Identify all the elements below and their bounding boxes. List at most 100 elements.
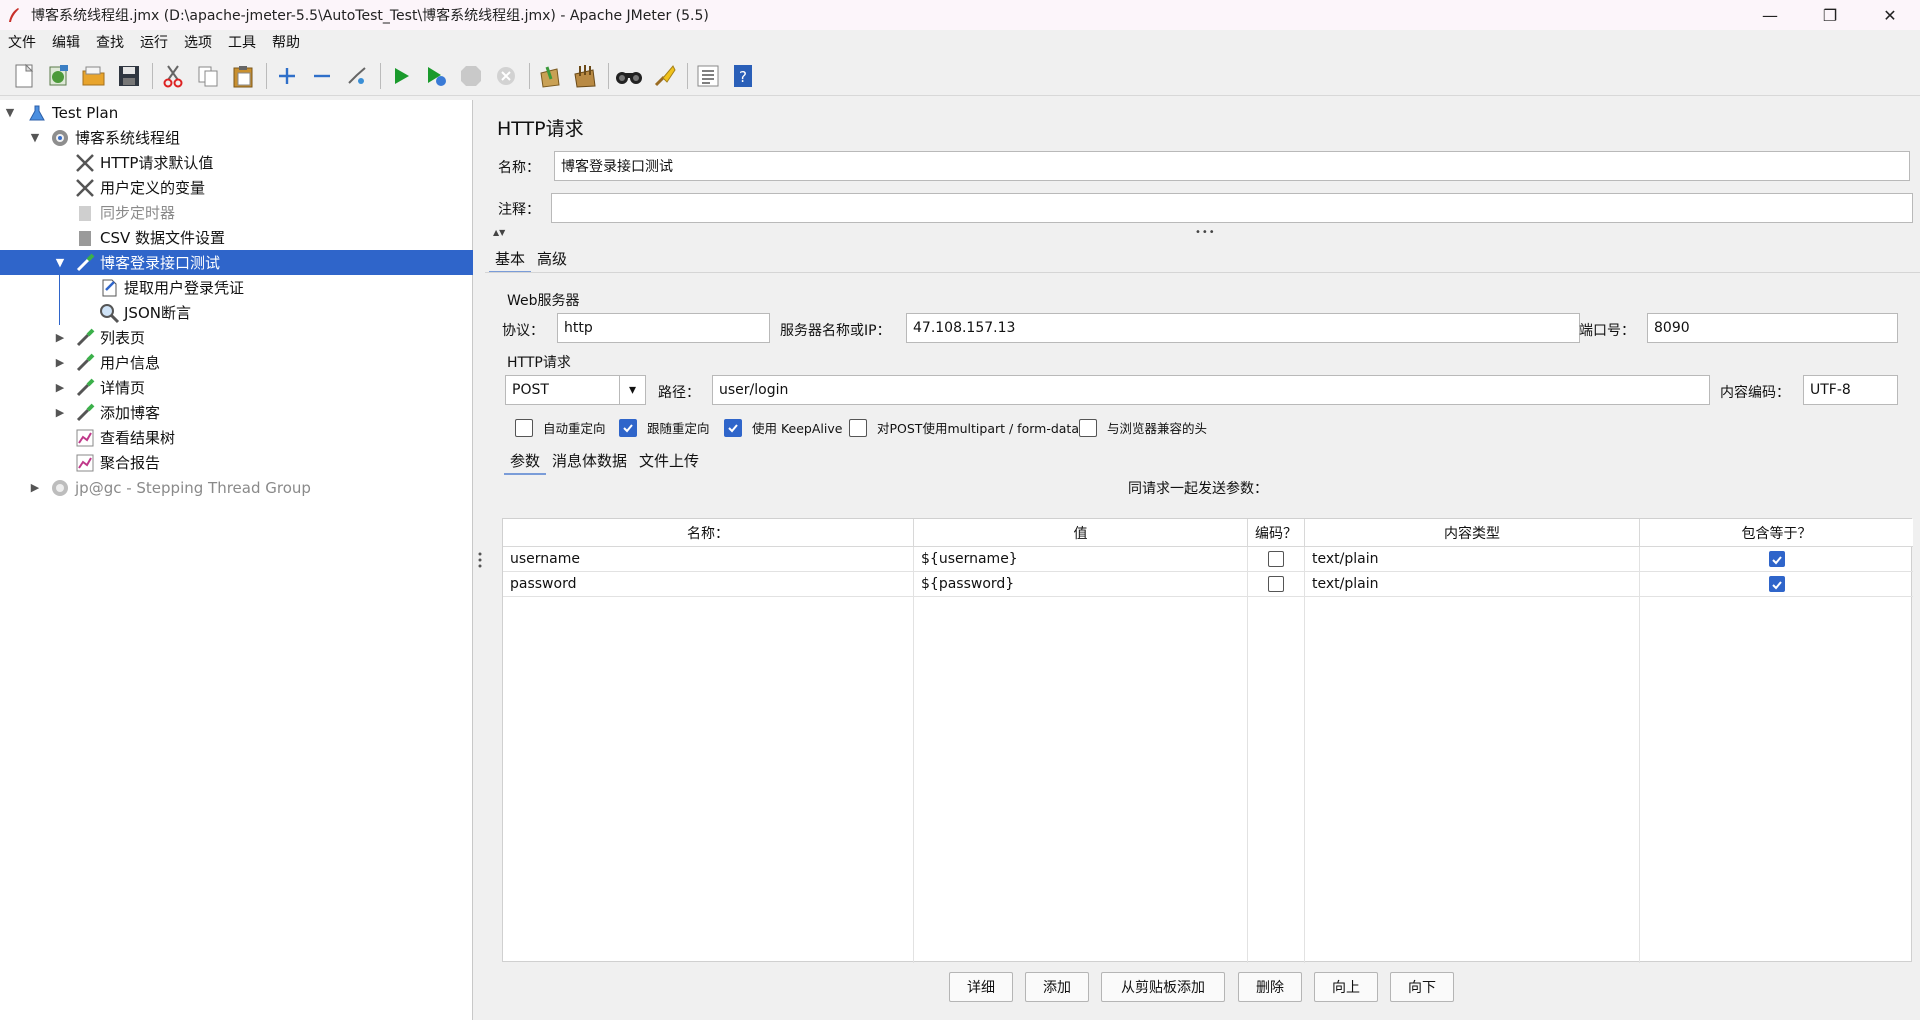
toggle-icon[interactable] (341, 60, 373, 92)
collapse-arrows-icon[interactable]: ▲▼ (493, 228, 505, 237)
chevron-right-icon[interactable]: ▶ (52, 331, 68, 344)
tree-item-stepping-thread-group[interactable]: ▶ jp@gc - Stepping Thread Group (0, 475, 473, 500)
expand-icon[interactable] (271, 60, 303, 92)
move-up-button[interactable]: 向上 (1314, 972, 1378, 1002)
clear-icon[interactable] (534, 60, 566, 92)
table-cell-include-equals[interactable] (1640, 572, 1913, 597)
column-header-encode[interactable]: 编码？ (1248, 519, 1305, 547)
drag-dots-icon[interactable]: ••• (1195, 227, 1216, 238)
table-cell-content-type[interactable]: text/plain (1305, 572, 1640, 597)
maximize-button[interactable]: ❐ (1800, 0, 1860, 30)
menu-search[interactable]: 查找 (88, 32, 132, 52)
tree-item-results-tree[interactable]: 查看结果树 (0, 425, 473, 450)
tree-item-user-info[interactable]: ▶ 用户信息 (0, 350, 473, 375)
clear-all-icon[interactable] (569, 60, 601, 92)
delete-button[interactable]: 删除 (1238, 972, 1302, 1002)
menu-help[interactable]: 帮助 (264, 32, 308, 52)
table-cell-name[interactable]: password (503, 572, 914, 597)
chevron-right-icon[interactable]: ▶ (52, 381, 68, 394)
port-field[interactable]: 8090 (1647, 313, 1898, 343)
tree-item-thread-group[interactable]: ▼ 博客系统线程组 (0, 125, 473, 150)
tree-item-sync-timer[interactable]: 同步定时器 (0, 200, 473, 225)
close-button[interactable]: ✕ (1860, 0, 1920, 30)
checkbox[interactable] (515, 418, 533, 437)
start-icon[interactable] (385, 60, 417, 92)
menu-edit[interactable]: 编辑 (44, 32, 88, 52)
menu-tools[interactable]: 工具 (220, 32, 264, 52)
save-icon[interactable] (113, 60, 145, 92)
server-field[interactable]: 47.108.157.13 (906, 313, 1580, 343)
tree-item-test-plan[interactable]: ▼ Test Plan (0, 100, 473, 125)
collapse-bar[interactable]: ▲▼ ••• (485, 227, 1920, 238)
table-cell-include-equals[interactable] (1640, 547, 1913, 572)
checkbox[interactable] (1268, 576, 1284, 592)
templates-icon[interactable] (43, 60, 75, 92)
comment-field[interactable] (551, 193, 1913, 223)
menu-options[interactable]: 选项 (176, 32, 220, 52)
option-multipart[interactable]: 对POST使用multipart / form-data (849, 418, 1079, 437)
tab-file-upload[interactable]: 文件上传 (633, 448, 705, 475)
stop-icon[interactable] (455, 60, 487, 92)
checkbox[interactable] (849, 418, 867, 437)
tab-basic[interactable]: 基本 (489, 246, 532, 273)
function-helper-icon[interactable] (692, 60, 724, 92)
chevron-down-icon[interactable]: ▾ (619, 375, 645, 405)
column-header-content-type[interactable]: 内容类型 (1305, 519, 1640, 547)
move-down-button[interactable]: 向下 (1390, 972, 1454, 1002)
copy-icon[interactable] (192, 60, 224, 92)
tree-item-csv-data[interactable]: CSV 数据文件设置 (0, 225, 473, 250)
new-icon[interactable] (8, 60, 40, 92)
protocol-field[interactable]: http (557, 313, 770, 343)
checkbox-checked[interactable] (1768, 551, 1785, 567)
option-follow-redirect[interactable]: 跟随重定向 (619, 418, 710, 437)
reset-search-icon[interactable] (648, 60, 680, 92)
tree-item-aggregate-report[interactable]: 聚合报告 (0, 450, 473, 475)
table-cell-value[interactable]: ${username} (914, 547, 1248, 572)
tab-body-data[interactable]: 消息体数据 (546, 448, 633, 475)
table-cell-value[interactable]: ${password} (914, 572, 1248, 597)
checkbox-checked[interactable] (724, 418, 742, 437)
checkbox[interactable] (1079, 418, 1097, 437)
detail-button[interactable]: 详细 (949, 972, 1013, 1002)
method-select[interactable]: POST ▾ (505, 375, 646, 405)
collapse-icon[interactable] (306, 60, 338, 92)
tab-advanced[interactable]: 高级 (531, 246, 573, 273)
shutdown-icon[interactable] (490, 60, 522, 92)
chevron-down-icon[interactable]: ▼ (27, 131, 43, 144)
chevron-down-icon[interactable]: ▼ (52, 256, 68, 269)
checkbox-checked[interactable] (1768, 576, 1785, 592)
checkbox[interactable] (1268, 551, 1284, 567)
menu-file[interactable]: 文件 (0, 32, 44, 52)
option-auto-redirect[interactable]: 自动重定向 (515, 418, 606, 437)
search-icon[interactable] (613, 60, 645, 92)
column-header-name[interactable]: 名称： (503, 519, 914, 547)
add-from-clipboard-button[interactable]: 从剪贴板添加 (1101, 972, 1225, 1002)
tab-parameters[interactable]: 参数 (504, 448, 547, 475)
option-keepalive[interactable]: 使用 KeepAlive (724, 418, 842, 437)
minimize-button[interactable]: — (1740, 0, 1800, 30)
chevron-right-icon[interactable]: ▶ (27, 481, 43, 494)
add-button[interactable]: 添加 (1025, 972, 1089, 1002)
panel-splitter[interactable] (474, 100, 485, 1020)
table-cell-encode[interactable] (1248, 547, 1305, 572)
tree-item-login-sampler[interactable]: ▼ 博客登录接口测试 (0, 250, 473, 275)
help-icon[interactable]: ? (727, 60, 759, 92)
tree-item-add-blog[interactable]: ▶ 添加博客 (0, 400, 473, 425)
cut-icon[interactable] (157, 60, 189, 92)
encoding-field[interactable]: UTF-8 (1803, 375, 1898, 405)
tree-item-detail-page[interactable]: ▶ 详情页 (0, 375, 473, 400)
paste-icon[interactable] (227, 60, 259, 92)
menu-run[interactable]: 运行 (132, 32, 176, 52)
chevron-right-icon[interactable]: ▶ (52, 356, 68, 369)
column-header-value[interactable]: 值 (914, 519, 1248, 547)
option-browser-headers[interactable]: 与浏览器兼容的头 (1079, 418, 1207, 437)
table-cell-name[interactable]: username (503, 547, 914, 572)
chevron-right-icon[interactable]: ▶ (52, 406, 68, 419)
column-header-include-equals[interactable]: 包含等于？ (1640, 519, 1913, 547)
tree-item-http-defaults[interactable]: HTTP请求默认值 (0, 150, 473, 175)
path-field[interactable]: user/login (712, 375, 1710, 405)
table-cell-encode[interactable] (1248, 572, 1305, 597)
name-field[interactable]: 博客登录接口测试 (554, 151, 1910, 181)
tree-item-json-assertion[interactable]: JSON断言 (0, 300, 473, 325)
tree-item-user-variables[interactable]: 用户定义的变量 (0, 175, 473, 200)
